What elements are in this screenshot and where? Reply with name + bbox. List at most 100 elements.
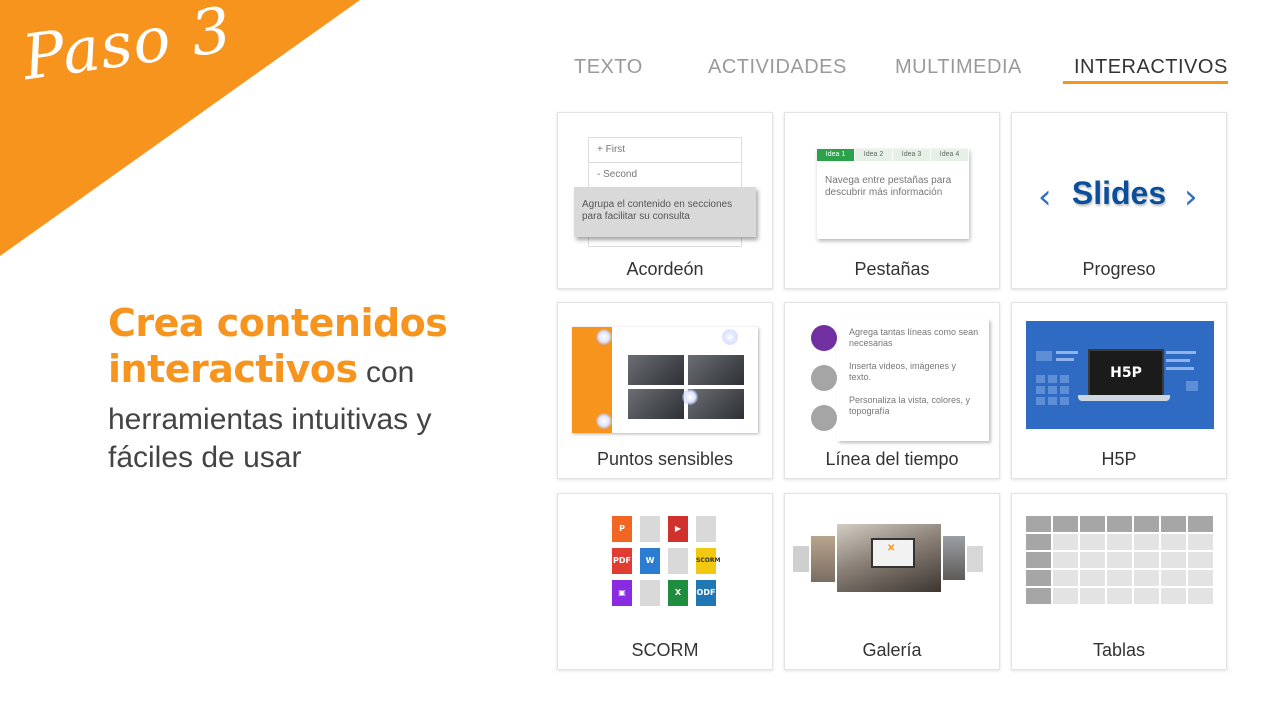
- hotspot-dot: [596, 329, 612, 345]
- accordion-row-second: - Second: [589, 163, 741, 188]
- table-cell: [1026, 588, 1051, 604]
- h5p-decor: [1036, 397, 1045, 405]
- tab-multimedia[interactable]: MULTIMEDIA: [895, 56, 1022, 79]
- headline-line4: fáciles de usar: [108, 441, 302, 474]
- table-cell: [1188, 570, 1213, 586]
- timeline-item: Agrega tantas líneas como sean necesaria…: [849, 327, 979, 348]
- h5p-decor: [1048, 386, 1057, 394]
- timeline-dot: [811, 405, 837, 431]
- table-cell: [1026, 516, 1051, 532]
- table-cell: [1134, 534, 1159, 550]
- tab-texto[interactable]: TEXTO: [574, 56, 643, 79]
- table-cell: [1188, 588, 1213, 604]
- headline-line1: Crea contenidos: [108, 301, 448, 345]
- image-icon: ▣: [612, 580, 632, 606]
- gallery-image: [793, 546, 809, 572]
- h5p-decor: [1048, 375, 1057, 383]
- tab-actividades[interactable]: ACTIVIDADES: [708, 56, 847, 79]
- table-cell: [1026, 552, 1051, 568]
- card-label: H5P: [1101, 449, 1137, 469]
- card-puntos-sensibles[interactable]: Puntos sensibles: [557, 302, 773, 479]
- card-acordeon[interactable]: + First - Second Agrupa el contenido en …: [557, 112, 773, 289]
- card-pestanas[interactable]: Idea 1 Idea 2 Idea 3 Idea 4 Navega entre…: [784, 112, 1000, 289]
- timeline-dot-active: [811, 325, 837, 351]
- h5p-decor: [1166, 367, 1194, 370]
- active-tab-indicator: [1063, 81, 1228, 84]
- table-cell: [1161, 570, 1186, 586]
- category-tabs: TEXTO ACTIVIDADES MULTIMEDIA INTERACTIVO…: [556, 56, 1228, 86]
- h5p-logo: H5P: [1110, 365, 1142, 381]
- file-icon: [640, 580, 660, 606]
- tablas-preview: [1012, 494, 1226, 634]
- puntos-preview: [558, 303, 772, 443]
- pdf-icon: PDF: [612, 548, 632, 574]
- table-cell: [1107, 552, 1132, 568]
- hotspot-screen: [572, 327, 758, 433]
- card-progreso[interactable]: ‹ Slides › Progreso: [1011, 112, 1227, 289]
- card-tablas[interactable]: Tablas: [1011, 493, 1227, 670]
- scorm-preview: P ▶ PDF W SCORM ▣ X ODF: [558, 494, 772, 634]
- tabs-text: Navega entre pestañas para descubrir más…: [825, 175, 952, 198]
- card-scorm[interactable]: P ▶ PDF W SCORM ▣ X ODF SCORM: [557, 493, 773, 670]
- accordion-row-first: + First: [589, 138, 741, 163]
- h5p-decor: [1056, 351, 1078, 354]
- headline-highlight: interactivos: [108, 347, 358, 391]
- table-cell: [1161, 516, 1186, 532]
- card-label: Acordeón: [626, 259, 704, 279]
- table-cell: [1107, 534, 1132, 550]
- headline-line2: interactivos con: [108, 346, 528, 401]
- gallery-image: [967, 546, 983, 572]
- table-cell: [1107, 570, 1132, 586]
- card-h5p[interactable]: H5P H5P: [1011, 302, 1227, 479]
- timeline-dot: [811, 365, 837, 391]
- tab-interactivos[interactable]: INTERACTIVOS: [1074, 56, 1228, 79]
- excel-icon: X: [668, 580, 688, 606]
- table-cell: [1080, 552, 1105, 568]
- h5p-decor: [1056, 358, 1074, 361]
- table-cell: [1053, 516, 1078, 532]
- table-cell: [1107, 588, 1132, 604]
- table-cell: [1107, 516, 1132, 532]
- h5p-decor: [1048, 397, 1057, 405]
- table-cell: [1053, 570, 1078, 586]
- table-cell: [1134, 516, 1159, 532]
- tab-idea-3: Idea 3: [893, 149, 931, 161]
- video-icon: ▶: [668, 516, 688, 542]
- h5p-preview: H5P: [1012, 303, 1226, 443]
- hotspot-thumb: [688, 355, 744, 385]
- h5p-decor: [1186, 381, 1198, 391]
- tabs-row: Idea 1 Idea 2 Idea 3 Idea 4: [817, 149, 969, 161]
- progreso-preview: ‹ Slides ›: [1012, 113, 1226, 253]
- hotspot-dot: [722, 329, 738, 345]
- x-logo-icon: ✕: [887, 543, 896, 554]
- tabs-widget: Idea 1 Idea 2 Idea 3 Idea 4 Navega entre…: [817, 149, 969, 239]
- pestanas-preview: Idea 1 Idea 2 Idea 3 Idea 4 Navega entre…: [785, 113, 999, 253]
- table-cell: [1188, 534, 1213, 550]
- table-cell: [1053, 588, 1078, 604]
- h5p-decor: [1166, 351, 1196, 354]
- scorm-icon: SCORM: [696, 548, 720, 574]
- chevron-right-icon: ›: [1184, 177, 1198, 217]
- card-label: Puntos sensibles: [596, 449, 734, 469]
- card-label: Progreso: [1082, 259, 1156, 279]
- laptop-icon: H5P: [1088, 349, 1164, 397]
- gallery-image: [943, 536, 965, 580]
- table-cell: [1134, 570, 1159, 586]
- table-cell: [1053, 534, 1078, 550]
- step-title: Paso 3: [18, 0, 237, 95]
- h5p-decor: [1036, 375, 1045, 383]
- table-cell: [1134, 588, 1159, 604]
- tab-idea-2: Idea 2: [855, 149, 893, 161]
- hotspot-thumb: [628, 355, 684, 385]
- card-linea-del-tiempo[interactable]: Agrega tantas líneas como sean necesaria…: [784, 302, 1000, 479]
- h5p-decor: [1036, 351, 1052, 361]
- card-galeria[interactable]: ✕ Galería: [784, 493, 1000, 670]
- headline-connector: con: [357, 356, 415, 389]
- powerpoint-icon: P: [612, 516, 632, 542]
- table-cell: [1188, 552, 1213, 568]
- h5p-decor: [1060, 375, 1069, 383]
- table-cell: [1161, 588, 1186, 604]
- timeline-item: Personaliza la vista, colores, y topogra…: [849, 395, 971, 416]
- accordion-popup: Agrupa el contenido en secciones para fa…: [574, 187, 756, 237]
- file-icon: [668, 548, 688, 574]
